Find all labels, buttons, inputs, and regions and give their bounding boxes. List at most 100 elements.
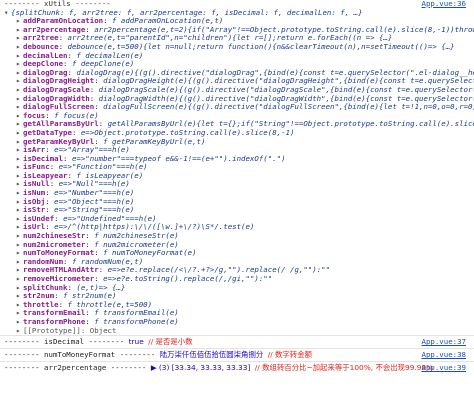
property-row[interactable]: ▸ numToMoneyFormat: f numToMoneyFormat(e) [0, 249, 474, 258]
property-row[interactable]: ▸ dialogDragHeight: dialogDragHeight(e){(… [0, 77, 474, 86]
property-row[interactable]: ▸ str2num: f str2num(e) [0, 292, 474, 301]
expand-triangle-icon[interactable]: ▸ [16, 327, 23, 336]
expand-triangle-icon[interactable]: ▸ [16, 275, 23, 284]
expand-triangle-icon[interactable]: ▸ [16, 120, 23, 129]
property-value: e=>"Array"===h(e) [54, 146, 130, 155]
property-row[interactable]: ▸ isNum: e=>"Number"===h(e) [0, 189, 474, 198]
property-row[interactable]: ▸ getAllParamsByUrl: getAllParamsByUrl(e)… [0, 120, 474, 129]
property-row[interactable]: ▸ dialogFullScreen: dialogFullScreen(e){(… [0, 103, 474, 112]
property-row[interactable]: ▸ num2micrometer: f num2micrometer(e) [0, 241, 474, 250]
property-row[interactable]: ▸ isArr: e=>"Array"===h(e) [0, 146, 474, 155]
expand-triangle-icon[interactable]: ▸ [16, 249, 23, 258]
property-key: isNum [23, 189, 46, 198]
property-value: f str2num(e) [63, 292, 117, 301]
expand-triangle-icon[interactable]: ▸ [16, 266, 23, 275]
property-value: f getParamKeyByUrl(e,t) [103, 137, 206, 146]
expand-triangle-icon[interactable]: ▸ [16, 69, 23, 78]
property-row[interactable]: ▸ isFunc: e=>"Function"===h(e) [0, 163, 474, 172]
expand-triangle-icon[interactable]: ▸ [16, 301, 23, 310]
property-row[interactable]: ▸ debounce: debounce(e,t=500){let n=null;… [0, 43, 474, 52]
property-row[interactable]: ▸ focus: f focus(e) [0, 112, 474, 121]
expand-triangle-icon[interactable]: ▸ [16, 163, 23, 172]
expand-triangle-icon[interactable]: ▸ [16, 103, 23, 112]
log-value[interactable]: ▶ (3) [33.34, 33.33, 33.33] [151, 363, 251, 372]
expand-triangle-icon[interactable]: ▸ [16, 309, 23, 318]
expand-triangle-icon[interactable]: ▸ [16, 292, 23, 301]
expand-triangle-icon[interactable]: ▸ [16, 138, 23, 147]
property-row[interactable]: ▸ isUndef: e=>"Undefined"===h(e) [0, 215, 474, 224]
expand-triangle-icon[interactable]: ▸ [16, 241, 23, 250]
property-row[interactable]: ▸ arr2percentage: arr2percentage(e,t=2){i… [0, 26, 474, 35]
expand-triangle-icon[interactable]: ▸ [16, 198, 23, 207]
expand-triangle-icon[interactable]: ▸ [16, 60, 23, 69]
source-link[interactable]: App.vue:36 [417, 0, 466, 9]
property-key: dialogDrag [23, 68, 68, 77]
expand-triangle-icon[interactable]: ▸ [16, 146, 23, 155]
expand-triangle-icon[interactable]: ▸ [16, 172, 23, 181]
source-link[interactable]: App.vue:39 [422, 362, 467, 374]
expand-triangle-icon[interactable]: ▸ [16, 26, 23, 35]
expand-triangle-icon[interactable]: ▸ [16, 95, 23, 104]
expand-triangle-icon[interactable]: ▸ [16, 155, 23, 164]
property-value: e=>"Function"===h(e) [58, 163, 148, 172]
property-key: isObj [23, 197, 46, 206]
property-key: isDecimal [23, 154, 64, 163]
expand-triangle-icon[interactable]: ▸ [16, 86, 23, 95]
expand-triangle-icon[interactable]: ▸ [16, 43, 23, 52]
prototype-row[interactable]: ▸ [[Prototype]]: Object [0, 327, 474, 336]
property-row[interactable]: ▸ removeMicrometer: e=>e?e.toString().rep… [0, 275, 474, 284]
expand-triangle-icon[interactable]: ▸ [16, 232, 23, 241]
property-key: isLeapyear [23, 171, 68, 180]
property-row[interactable]: ▸ isDecimal: e=>"number"===typeof e&&-1!=… [0, 155, 474, 164]
expand-triangle-icon[interactable]: ▸ [16, 189, 23, 198]
expand-triangle-icon[interactable]: ▸ [16, 17, 23, 26]
expand-triangle-icon[interactable]: ▸ [16, 180, 23, 189]
property-row[interactable]: ▸ addParamOnLocation: f addParamOnLocatio… [0, 17, 474, 26]
property-row[interactable]: ▸ transformEmail: f transformEmail(e) [0, 309, 474, 318]
expand-triangle-icon[interactable]: ▸ [16, 34, 23, 43]
expand-triangle-icon[interactable]: ▸ [16, 206, 23, 215]
property-row[interactable]: ▸ randomNum: f randomNum(e,t) [0, 258, 474, 267]
property-value: e=>"number"===typeof e&&-1!==(e+"").inde… [71, 154, 286, 163]
expand-triangle-icon[interactable]: ▸ [16, 284, 23, 293]
property-row[interactable]: ▸ deepClone: f deepClone(e) [0, 60, 474, 69]
property-key: randomNum [23, 257, 64, 266]
property-value: arr2tree(e,t="parentId",n="children"){le… [67, 34, 393, 43]
property-row[interactable]: ▸ transformPhone: f transformPhone(e) [0, 318, 474, 327]
expand-triangle-icon[interactable]: ▸ [16, 112, 23, 121]
property-row[interactable]: ▸ isUrl: e=>/^(http|https):\/\/([\w.]+\/?… [0, 223, 474, 232]
expand-triangle-icon[interactable]: ▸ [16, 215, 23, 224]
property-row[interactable]: ▸ dialogDragScale: dialogDragScale(e){(g(… [0, 86, 474, 95]
property-key: arr2tree [23, 34, 59, 43]
expand-triangle-icon[interactable]: ▸ [16, 52, 23, 61]
source-link[interactable]: App.vue:38 [422, 349, 467, 361]
expand-triangle-icon[interactable]: ▸ [16, 77, 23, 86]
property-row[interactable]: ▸ getParamKeyByUrl: f getParamKeyByUrl(e,… [0, 138, 474, 147]
property-value: f decimalLen(e) [76, 51, 144, 60]
property-row[interactable]: ▸ removeHTMLAndAttr: e=>e?e.replace(/<\/?… [0, 266, 474, 275]
property-row[interactable]: ▸ isObj: e=>"Object"===h(e) [0, 198, 474, 207]
property-row[interactable]: ▸ num2chineseStr: f num2chineseStr(e) [0, 232, 474, 241]
property-row[interactable]: ▸ dialogDrag: dialogDrag(e){(g().directiv… [0, 69, 474, 78]
property-row[interactable]: ▸ decimalLen: f decimalLen(e) [0, 52, 474, 61]
object-summary-row[interactable]: ▾ {splitChunk: f, arr2tree: f, arr2percen… [0, 9, 474, 18]
log-value[interactable]: 陆万柒仟伍佰伍拾伍圆柒角捌分 [160, 350, 263, 359]
source-link[interactable]: App.vue:37 [422, 336, 467, 348]
property-key: throttle [23, 300, 59, 309]
property-key: dialogDragScale [23, 85, 90, 94]
property-row[interactable]: ▸ splitChunk: (e,t)=> {…} [0, 284, 474, 293]
collapse-triangle-icon[interactable]: ▾ [4, 9, 11, 18]
expand-triangle-icon[interactable]: ▸ [16, 223, 23, 232]
expand-triangle-icon[interactable]: ▸ [16, 258, 23, 267]
property-row[interactable]: ▸ isLeapyear: f isLeapyear(e) [0, 172, 474, 181]
expand-triangle-icon[interactable]: ▸ [16, 129, 23, 138]
expand-triangle-icon[interactable]: ▸ [16, 318, 23, 327]
property-row[interactable]: ▸ getDataType: e=>Object.prototype.toStri… [0, 129, 474, 138]
property-row[interactable]: ▸ arr2tree: arr2tree(e,t="parentId",n="ch… [0, 34, 474, 43]
log-annotation: // 数字转金额 [267, 350, 312, 360]
property-row[interactable]: ▸ isNull: e=>"Null"===h(e) [0, 180, 474, 189]
property-row[interactable]: ▸ throttle: f throttle(e,t=500) [0, 301, 474, 310]
property-row[interactable]: ▸ isStr: e=>"String"===h(e) [0, 206, 474, 215]
property-row[interactable]: ▸ dialogDragWidth: dialogDragWidth(e){(g(… [0, 95, 474, 104]
log-value[interactable]: true [129, 337, 144, 346]
